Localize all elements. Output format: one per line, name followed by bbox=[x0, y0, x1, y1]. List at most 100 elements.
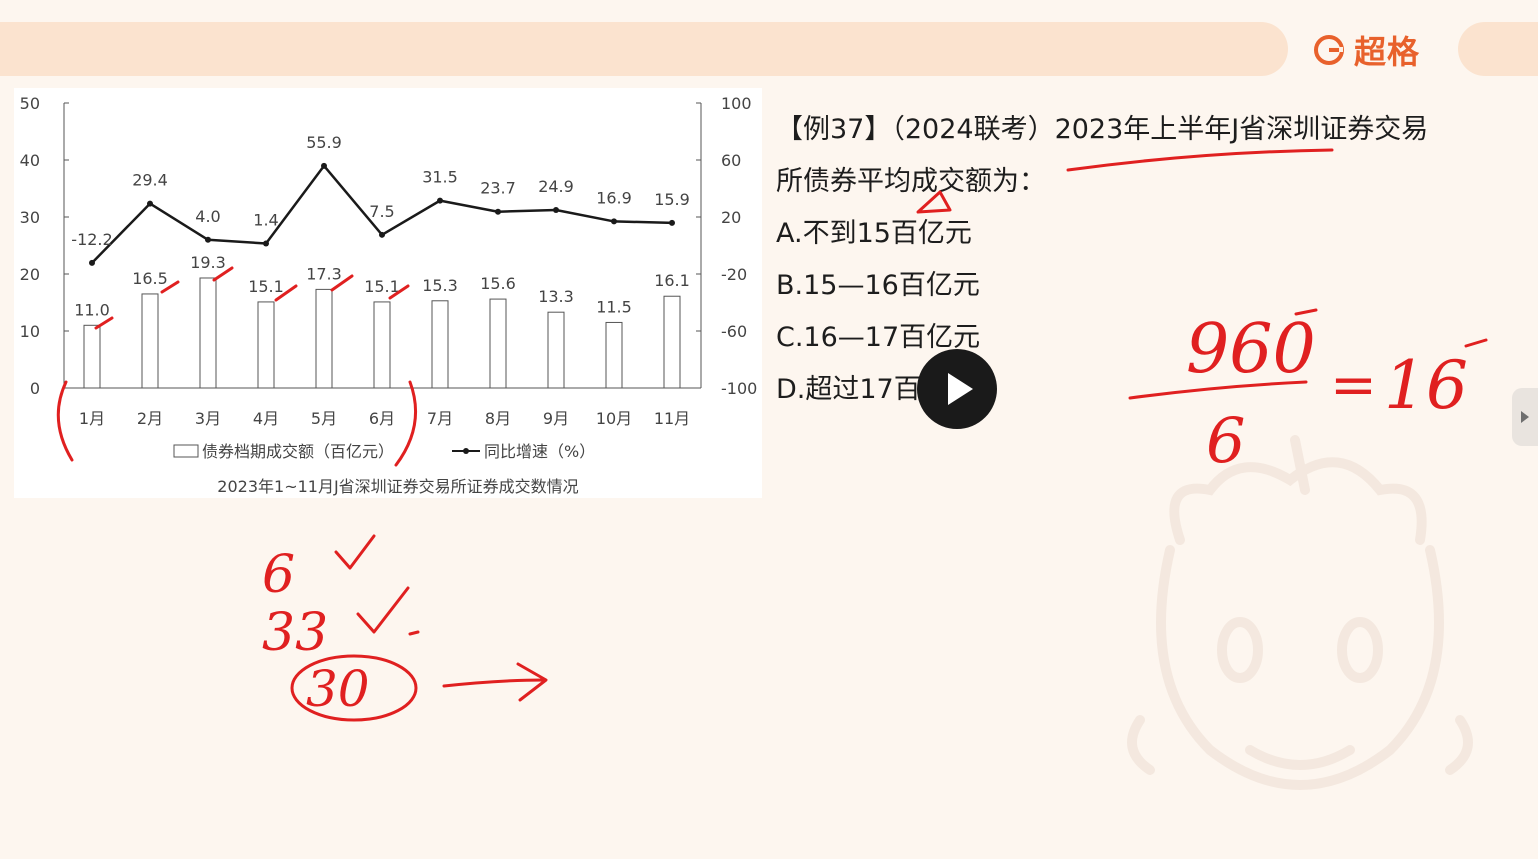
growth-point bbox=[553, 207, 559, 214]
growth-point bbox=[205, 236, 211, 243]
growth-value-label: 23.7 bbox=[480, 179, 516, 198]
x-tick-label: 8月 bbox=[485, 409, 511, 428]
growth-value-label: 1.4 bbox=[253, 211, 278, 230]
question-block: 【例37】（2024联考）2023年上半年J省深圳证券交易 所债券平均成交额为：… bbox=[776, 104, 1496, 416]
y-left-tick-label: 20 bbox=[20, 265, 40, 284]
x-tick-label: 1月 bbox=[79, 409, 105, 428]
bar bbox=[431, 300, 449, 389]
growth-value-label: 7.5 bbox=[369, 202, 394, 221]
legend-line-marker bbox=[463, 448, 469, 454]
x-tick-label: 11月 bbox=[654, 409, 690, 428]
chevron-right-icon bbox=[1521, 411, 1529, 423]
growth-point bbox=[437, 197, 443, 204]
growth-value-label: -12.2 bbox=[71, 230, 112, 249]
y-right-tick-label: 20 bbox=[721, 208, 741, 227]
bar-value-label: 15.1 bbox=[248, 277, 284, 296]
x-tick-label: 5月 bbox=[311, 409, 337, 428]
bar bbox=[199, 277, 217, 389]
growth-point bbox=[379, 231, 385, 238]
x-tick-label: 9月 bbox=[543, 409, 569, 428]
arrow-head bbox=[516, 662, 548, 702]
check-mark-2 bbox=[356, 586, 410, 634]
y-right-tick-label: 100 bbox=[721, 94, 752, 113]
play-button[interactable] bbox=[917, 349, 997, 429]
bar-value-label: 15.6 bbox=[480, 274, 516, 293]
chart-svg: 0 10 20 30 40 50 -100 -60 -20 20 60 100 11.0 16.5 19.3… bbox=[20, 94, 758, 496]
growth-value-label: 31.5 bbox=[422, 168, 458, 187]
chart-title: 2023年1~11月J省深圳证券交易所证券成交数情况 bbox=[217, 477, 578, 496]
top-banner bbox=[0, 22, 1288, 76]
legend-line-label: 同比增速（%） bbox=[484, 442, 595, 461]
x-tick-label: 4月 bbox=[253, 409, 279, 428]
bar-value-label: 19.3 bbox=[190, 253, 226, 272]
growth-point bbox=[89, 259, 95, 266]
question-stem-line1: 【例37】（2024联考）2023年上半年J省深圳证券交易 bbox=[776, 114, 1429, 145]
annotation-30: 30 bbox=[306, 660, 370, 718]
mascot-watermark bbox=[1127, 435, 1473, 790]
circle-mark bbox=[290, 654, 418, 722]
bar bbox=[373, 301, 391, 389]
y-left-tick-label: 30 bbox=[20, 208, 40, 227]
growth-value-label: 55.9 bbox=[306, 133, 342, 152]
y-left-tick-label: 50 bbox=[20, 94, 40, 113]
bar-value-label: 16.1 bbox=[654, 271, 690, 290]
bar-value-label: 15.1 bbox=[364, 277, 400, 296]
option-a[interactable]: A.不到15百亿元 bbox=[776, 208, 1496, 260]
growth-value-label: 16.9 bbox=[596, 188, 632, 207]
option-d[interactable]: D.超过17百亿元 bbox=[776, 364, 1496, 416]
y-right-tick-label: -100 bbox=[721, 379, 757, 398]
bar bbox=[257, 301, 275, 389]
bar-value-label: 11.0 bbox=[74, 300, 110, 319]
growth-point bbox=[611, 218, 617, 225]
top-banner-right bbox=[1458, 22, 1538, 76]
x-tick-label: 3月 bbox=[195, 409, 221, 428]
arrow-shaft bbox=[442, 678, 546, 688]
bar-value-label: 11.5 bbox=[596, 297, 632, 316]
y-left-tick-label: 0 bbox=[30, 379, 40, 398]
option-c[interactable]: C.16—17百亿元 bbox=[776, 312, 1496, 364]
growth-point bbox=[495, 208, 501, 215]
bar bbox=[83, 324, 101, 389]
brand: 超格 bbox=[1312, 30, 1421, 71]
y-right-tick-label: -60 bbox=[721, 322, 747, 341]
brand-logo-icon bbox=[1314, 35, 1344, 65]
annotation-33: 33 bbox=[262, 603, 328, 663]
y-right-tick-label: 60 bbox=[721, 151, 741, 170]
growth-value-label: 15.9 bbox=[654, 190, 690, 209]
question-stem-line2: 所债券平均成交额为： bbox=[776, 166, 1046, 197]
bar bbox=[547, 311, 565, 389]
bar bbox=[605, 321, 623, 389]
legend-bar-label: 债券档期成交额（百亿元） bbox=[202, 442, 394, 461]
growth-point bbox=[321, 162, 327, 169]
growth-value-label: 24.9 bbox=[538, 177, 574, 196]
growth-value-label: 4.0 bbox=[195, 207, 220, 226]
y-right-tick-label: -20 bbox=[721, 265, 747, 284]
legend-bar-swatch bbox=[173, 444, 199, 458]
dash-mark bbox=[408, 630, 420, 636]
bar bbox=[315, 288, 333, 389]
option-b[interactable]: B.15—16百亿元 bbox=[776, 260, 1496, 312]
check-mark-1 bbox=[334, 534, 376, 570]
growth-point bbox=[147, 200, 153, 207]
annotation-6: 6 bbox=[262, 545, 295, 605]
x-tick-label: 2月 bbox=[137, 409, 163, 428]
bar-value-label: 16.5 bbox=[132, 269, 168, 288]
bar-value-label: 13.3 bbox=[538, 287, 574, 306]
x-tick-label: 7月 bbox=[427, 409, 453, 428]
bar bbox=[141, 293, 159, 389]
growth-value-label: 29.4 bbox=[132, 171, 168, 190]
bar bbox=[489, 298, 507, 389]
y-left-tick-label: 40 bbox=[20, 151, 40, 170]
growth-point bbox=[263, 240, 269, 247]
combo-chart: 0 10 20 30 40 50 -100 -60 -20 20 60 100 11.0 16.5 19.3… bbox=[14, 88, 762, 498]
x-tick-label: 6月 bbox=[369, 409, 395, 428]
play-icon bbox=[948, 373, 973, 405]
side-panel-toggle[interactable] bbox=[1512, 388, 1538, 446]
brand-name: 超格 bbox=[1354, 33, 1421, 71]
bar bbox=[663, 295, 681, 389]
bar-value-label: 15.3 bbox=[422, 276, 458, 295]
x-tick-label: 10月 bbox=[596, 409, 632, 428]
growth-point bbox=[669, 219, 675, 226]
bar-value-label: 17.3 bbox=[306, 264, 342, 283]
y-left-tick-label: 10 bbox=[20, 322, 40, 341]
